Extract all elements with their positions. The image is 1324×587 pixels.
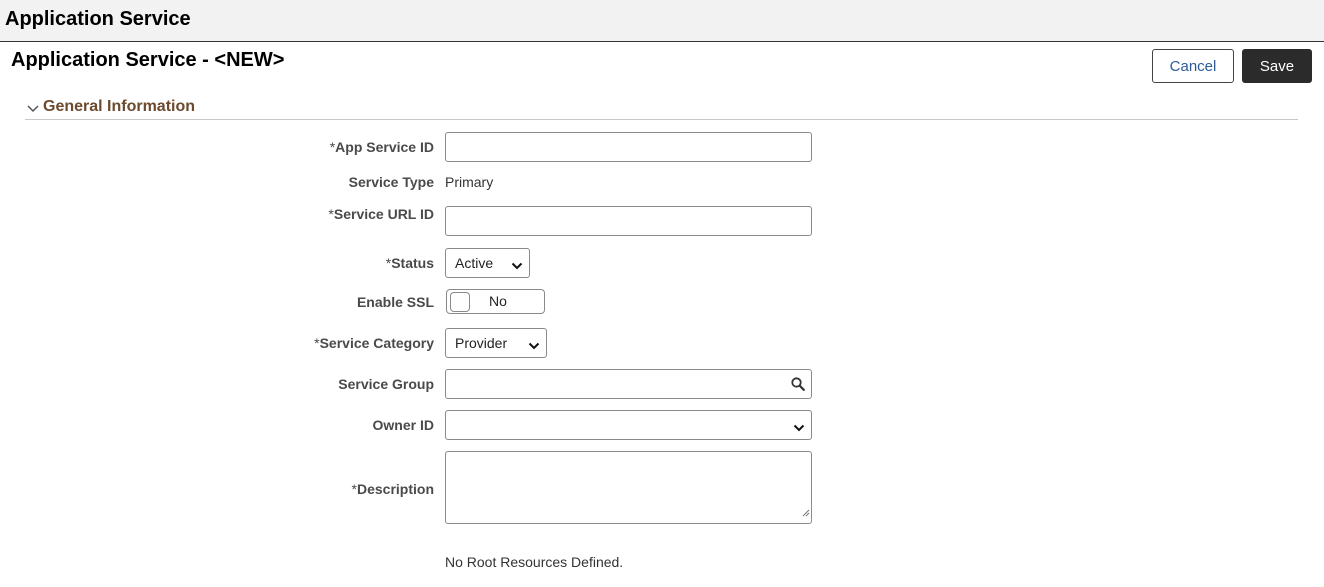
service-url-id-label: *Service URL ID (328, 206, 434, 222)
toggle-knob (450, 292, 470, 312)
enable-ssl-label: Enable SSL (356, 294, 434, 310)
service-category-select[interactable]: Provider (445, 328, 547, 358)
app-service-id-input[interactable] (445, 132, 812, 162)
status-select-value: Active (455, 255, 494, 271)
description-textarea[interactable] (445, 451, 812, 524)
service-type-label: Service Type (348, 174, 434, 190)
service-category-label: *Service Category (314, 335, 434, 351)
section-general-information[interactable]: General Information (25, 97, 1298, 120)
app-header-title: Application Service (5, 8, 191, 30)
chevron-down-icon[interactable] (27, 101, 39, 119)
chevron-down-icon (511, 258, 523, 274)
page-title: Application Service - <NEW> (11, 49, 285, 71)
chevron-down-icon (528, 338, 540, 354)
description-label: *Description (351, 481, 434, 497)
enable-ssl-toggle[interactable]: No (446, 289, 545, 314)
resize-handle-icon[interactable] (801, 504, 810, 522)
status-label: *Status (385, 255, 434, 271)
owner-id-select[interactable] (445, 410, 812, 440)
status-select[interactable]: Active (445, 248, 530, 278)
chevron-down-icon (793, 420, 805, 436)
section-title: General Information (43, 98, 196, 115)
no-root-resources-message: No Root Resources Defined. (445, 554, 624, 570)
service-url-id-input[interactable] (445, 206, 812, 236)
save-button[interactable]: Save (1242, 49, 1312, 83)
owner-id-label: Owner ID (372, 417, 434, 433)
service-group-label: Service Group (338, 376, 434, 392)
service-type-value: Primary (445, 174, 494, 190)
app-service-id-label: *App Service ID (329, 139, 434, 155)
app-header-bar: Application Service (0, 0, 1324, 42)
search-icon[interactable] (791, 377, 805, 396)
service-group-input[interactable] (445, 369, 812, 399)
service-category-select-value: Provider (455, 335, 508, 351)
enable-ssl-value: No (489, 293, 507, 309)
cancel-button[interactable]: Cancel (1152, 49, 1234, 83)
